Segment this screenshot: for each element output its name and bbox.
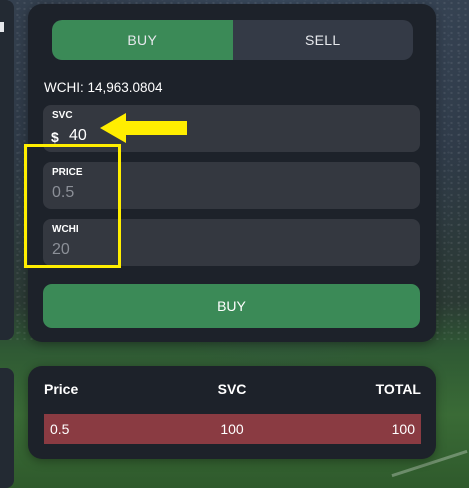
tab-buy[interactable]: BUY <box>52 20 233 60</box>
tab-sell[interactable]: SELL <box>233 20 414 60</box>
annotation-highlight-box <box>24 144 121 268</box>
column-header-price: Price <box>44 381 79 397</box>
svc-input[interactable]: 40 <box>69 127 87 145</box>
left-sidebar-panel-lower <box>0 368 14 488</box>
svc-label: SVC <box>52 110 73 121</box>
order-price: 0.5 <box>50 421 70 437</box>
annotation-arrow-icon <box>100 113 187 143</box>
left-sidebar-panel <box>0 0 14 340</box>
coin-s-icon: $ <box>51 129 59 145</box>
order-row[interactable]: 0.5 100 100 <box>44 414 421 444</box>
order-book-header: Price SVC TOTAL <box>44 381 421 401</box>
buy-sell-toggle: BUY SELL <box>52 20 413 60</box>
order-svc: 100 <box>220 421 244 437</box>
wchi-balance: WCHI: 14,963.0804 <box>44 80 163 95</box>
order-total: 100 <box>391 421 415 437</box>
order-book-panel: Price SVC TOTAL 0.5 100 100 <box>28 366 436 459</box>
buy-submit-button[interactable]: BUY <box>43 284 420 328</box>
column-header-svc: SVC <box>217 381 247 397</box>
column-header-total: TOTAL <box>375 381 421 397</box>
collapse-handle-icon[interactable] <box>0 22 4 32</box>
